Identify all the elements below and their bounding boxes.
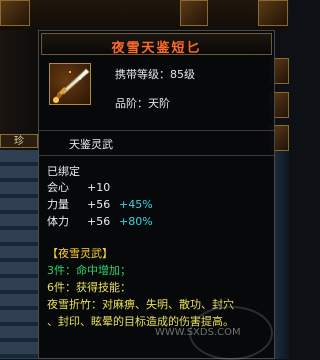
stat-value: +56 [87, 215, 111, 228]
set-effect-title: 【夜雪灵武】 [47, 247, 113, 260]
carry-level-label: 携带等级： [115, 68, 170, 81]
stat-label: 力量 [47, 198, 69, 211]
item-icon-frame [49, 63, 91, 105]
set-piece-3: 3件：命中增加； [47, 264, 131, 277]
equip-slot[interactable] [0, 0, 30, 26]
quality-value: 天阶 [148, 97, 170, 110]
set-piece-6: 6件：获得技能： [47, 281, 131, 294]
stat-line: 会心 +10 [47, 181, 110, 195]
watermark-text: WWW.SXDS.COM [155, 327, 241, 338]
stat-bonus: +80% [119, 215, 153, 228]
quality: 品阶：天阶 [115, 95, 170, 111]
set-header: 天鉴灵武 [69, 138, 113, 151]
stat-value: +10 [87, 181, 111, 194]
stat-value: +56 [87, 198, 111, 211]
equip-slot[interactable] [258, 0, 288, 26]
item-tooltip: 夜雪天鉴短匕 携带等级：85级 品阶：天阶 天鉴灵武 已绑定 会心 +10 力量… [38, 30, 275, 360]
tooltip-title-bar: 夜雪天鉴短匕 [41, 33, 272, 56]
top-bar [0, 0, 289, 30]
item-name: 夜雪天鉴短匕 [111, 41, 202, 56]
tab-treasure[interactable]: 珍 [0, 134, 38, 148]
carry-level: 携带等级：85级 [115, 66, 195, 82]
stat-label: 会心 [47, 181, 69, 194]
divider [39, 155, 274, 156]
bound-status: 已绑定 [47, 165, 80, 178]
divider [39, 130, 274, 131]
scene-right [275, 150, 289, 359]
scene-stairs [0, 150, 40, 359]
carry-level-value: 85级 [170, 68, 195, 81]
stat-line: 力量 +56 +45% [47, 198, 247, 212]
dagger-icon [53, 68, 90, 103]
stat-label: 体力 [47, 215, 69, 228]
equip-slot[interactable] [180, 0, 208, 26]
stat-line: 体力 +56 +80% [47, 215, 247, 229]
quality-label: 品阶： [115, 97, 148, 110]
stat-bonus: +45% [119, 198, 153, 211]
